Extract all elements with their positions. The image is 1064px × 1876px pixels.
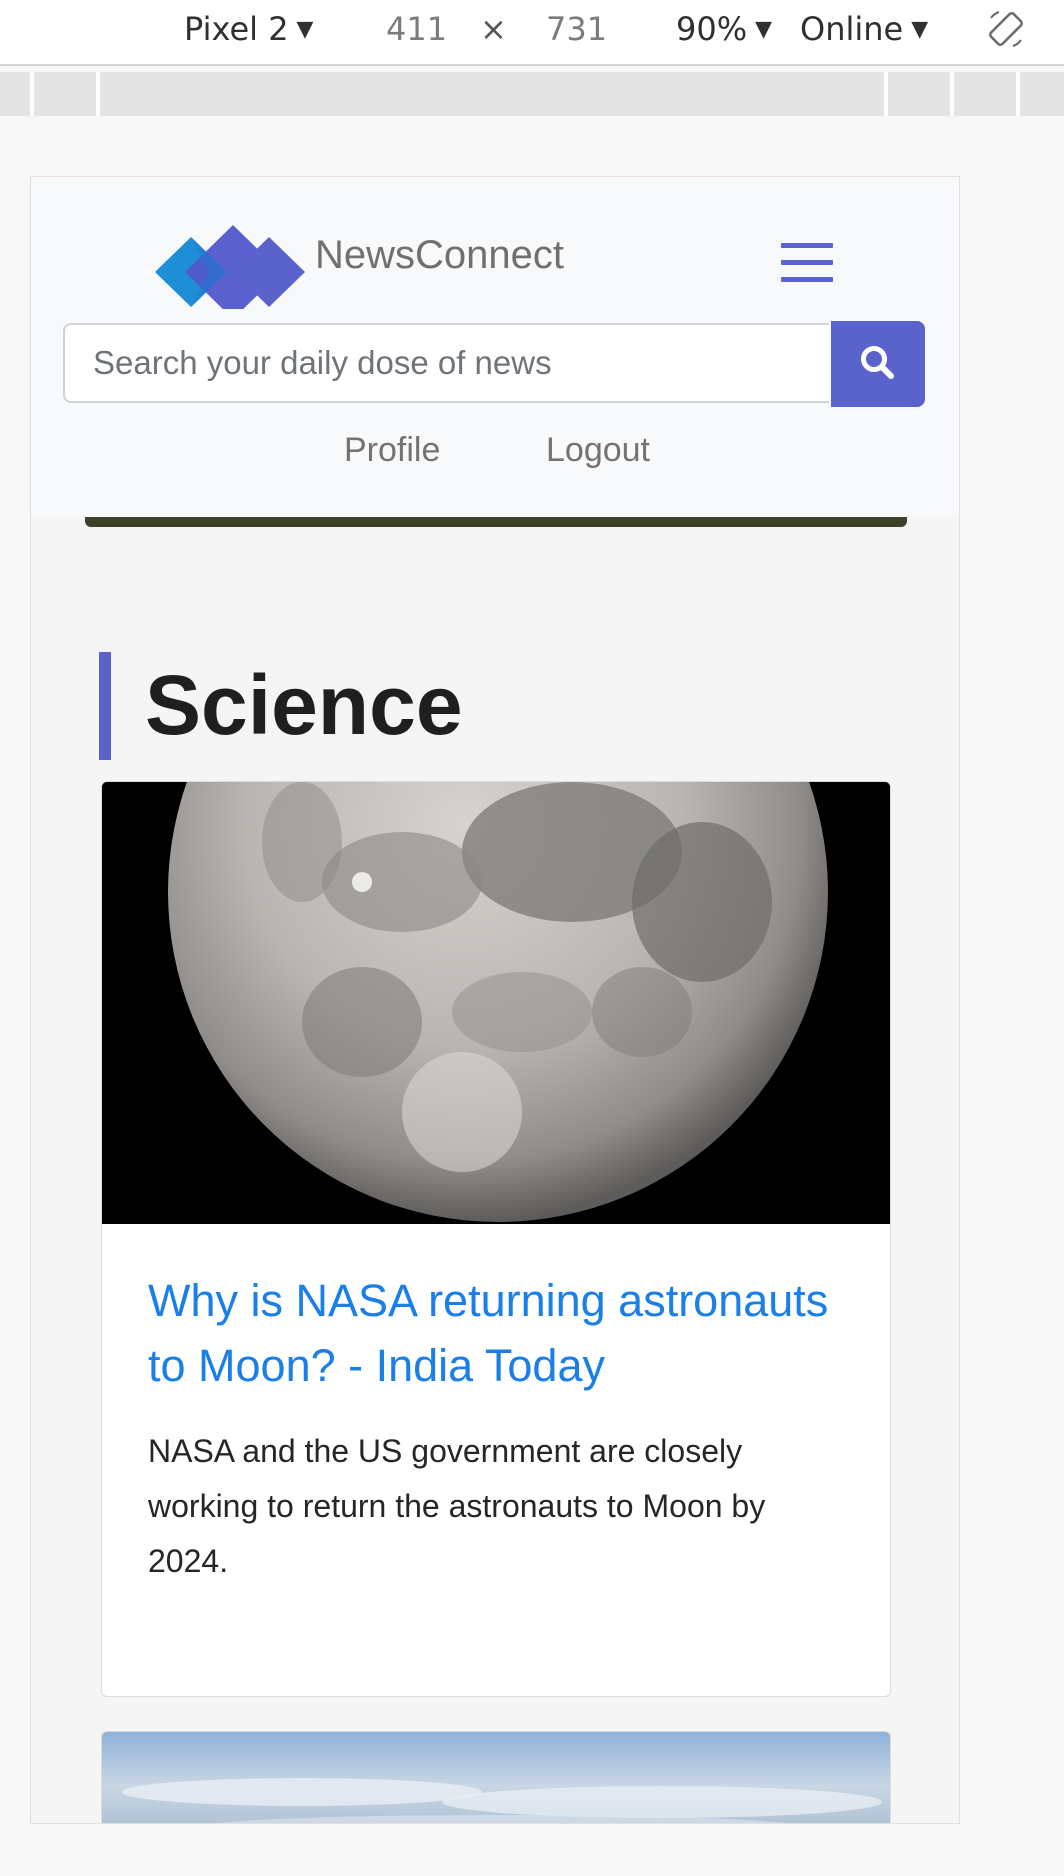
nav-logout-link[interactable]: Logout xyxy=(546,431,650,470)
viewport-width-field[interactable]: 411 xyxy=(386,10,447,48)
zoom-select[interactable]: 90% ▼ xyxy=(676,10,772,48)
network-value: Online xyxy=(800,10,904,48)
search-button[interactable] xyxy=(831,321,925,407)
media-query-ruler xyxy=(0,72,1064,116)
ruler-divider xyxy=(950,72,954,116)
article-card-body: Why is NASA returning astronauts to Moon… xyxy=(148,1268,848,1589)
device-viewport: NewsConnect Profile Logout Science xyxy=(30,176,960,1824)
search-icon xyxy=(861,345,894,379)
rotate-icon[interactable] xyxy=(985,8,1027,50)
dimension-separator: × xyxy=(480,10,507,48)
device-name: Pixel 2 xyxy=(184,10,289,48)
site-navbar: NewsConnect Profile Logout xyxy=(31,177,959,517)
article-card[interactable] xyxy=(101,1731,891,1823)
device-select[interactable]: Pixel 2 ▼ xyxy=(184,10,313,48)
article-image-earth xyxy=(102,1732,890,1823)
article-summary: NASA and the US government are closely w… xyxy=(148,1433,766,1579)
hamburger-line xyxy=(781,260,833,265)
newsconnect-logo[interactable] xyxy=(155,217,307,309)
ruler-divider xyxy=(96,72,100,116)
hamburger-line xyxy=(781,277,833,282)
search-form xyxy=(63,321,927,407)
hamburger-line xyxy=(781,243,833,248)
section-title: Science xyxy=(145,658,463,752)
brand-name[interactable]: NewsConnect xyxy=(315,233,564,278)
device-toolbar: Pixel 2 ▼ 411 × 731 90% ▼ Online ▼ xyxy=(0,0,1064,66)
menu-toggle-icon[interactable] xyxy=(781,243,833,287)
viewport-height-field[interactable]: 731 xyxy=(546,10,607,48)
ruler-divider xyxy=(30,72,34,116)
ruler-divider xyxy=(884,72,888,116)
network-caret-icon: ▼ xyxy=(911,16,929,42)
ruler-divider xyxy=(1016,72,1020,116)
search-input[interactable] xyxy=(63,323,829,403)
article-card[interactable]: Why is NASA returning astronauts to Moon… xyxy=(101,781,891,1697)
network-select[interactable]: Online ▼ xyxy=(800,10,928,48)
article-image-moon xyxy=(102,782,890,1224)
device-caret-icon: ▼ xyxy=(296,16,314,42)
carousel-image-bottom xyxy=(85,517,907,527)
article-title-link[interactable]: Why is NASA returning astronauts to Moon… xyxy=(148,1268,848,1398)
zoom-value: 90% xyxy=(676,10,748,48)
section-accent-bar xyxy=(99,652,111,760)
zoom-caret-icon: ▼ xyxy=(755,16,773,42)
nav-profile-link[interactable]: Profile xyxy=(344,431,440,470)
